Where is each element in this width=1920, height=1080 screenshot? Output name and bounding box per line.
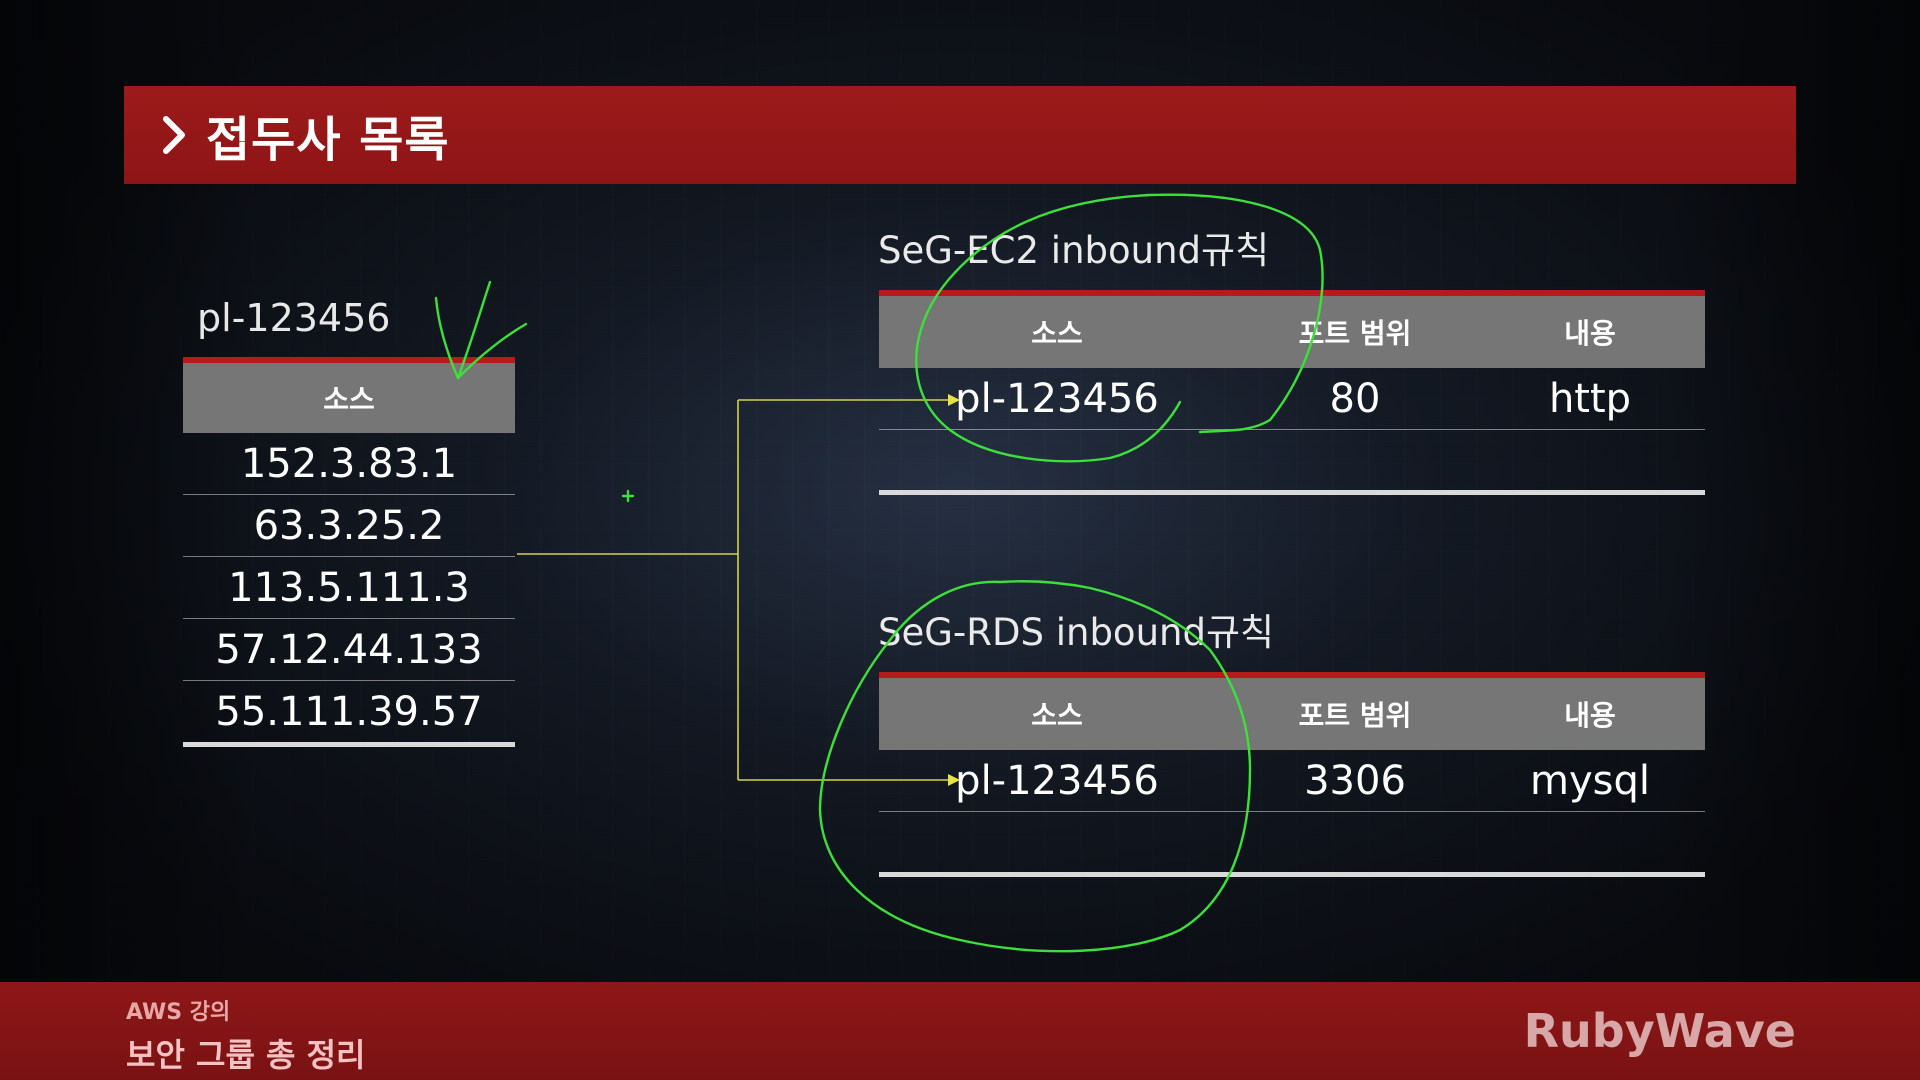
ec2-rules-title: SeG-EC2 inbound규칙 — [878, 229, 1270, 272]
table-bottom-rule — [879, 490, 1705, 495]
prefix-list-row: 113.5.111.3 — [183, 557, 515, 619]
column-header-port: 포트 범위 — [1298, 699, 1412, 732]
lecture-title: 보안 그룹 총 정리 — [126, 1036, 366, 1074]
footer-bar: AWS 강의 보안 그룹 총 정리 RubyWave — [0, 982, 1920, 1080]
prefix-list-row: 57.12.44.133 — [183, 619, 515, 681]
chevron-right-icon — [154, 115, 194, 155]
prefix-list-row: 63.3.25.2 — [183, 495, 515, 557]
rule-source: pl-123456 — [955, 375, 1159, 422]
page-title: 접두사 목록 — [206, 112, 450, 168]
rule-desc: http — [1548, 375, 1632, 422]
brand-wordmark: RubyWave — [1523, 1004, 1796, 1058]
prefix-list-row: 152.3.83.1 — [183, 433, 515, 495]
rds-rules-table: 소스 포트 범위 내용 pl-123456 3306 mysql — [879, 672, 1705, 877]
rule-port: 3306 — [1304, 757, 1406, 804]
prefix-list-table: 소스 152.3.83.1 63.3.25.2 113.5.111.3 57.1… — [183, 357, 515, 747]
table-bottom-rule — [879, 872, 1705, 877]
title-banner: 접두사 목록 — [124, 86, 1796, 184]
prefix-list-id: pl-123456 — [197, 296, 391, 340]
table-row: pl-123456 80 http — [879, 368, 1705, 430]
ec2-rules-header: 소스 포트 범위 내용 — [879, 290, 1705, 368]
table-row: pl-123456 3306 mysql — [879, 750, 1705, 812]
rule-source: pl-123456 — [955, 757, 1159, 804]
course-label: AWS 강의 — [126, 1000, 231, 1025]
column-header-source: 소스 — [1031, 317, 1083, 350]
table-row-empty — [879, 430, 1705, 490]
prefix-list-row: 55.111.39.57 — [183, 681, 515, 743]
prefix-list-header: 소스 — [183, 357, 515, 433]
rule-port: 80 — [1329, 375, 1381, 422]
rule-desc: mysql — [1530, 757, 1650, 804]
brand-logo: RubyWave — [1524, 1004, 1796, 1058]
ec2-rules-table: 소스 포트 범위 내용 pl-123456 80 http — [879, 290, 1705, 495]
rds-rules-header: 소스 포트 범위 내용 — [879, 672, 1705, 750]
column-header-port: 포트 범위 — [1298, 317, 1412, 350]
rds-rules-title: SeG-RDS inbound규칙 — [878, 611, 1275, 654]
table-row-empty — [879, 812, 1705, 872]
column-header-desc: 내용 — [1564, 699, 1616, 732]
table-bottom-rule — [183, 742, 515, 747]
column-header-desc: 내용 — [1564, 317, 1616, 350]
column-header-source: 소스 — [1031, 699, 1083, 732]
